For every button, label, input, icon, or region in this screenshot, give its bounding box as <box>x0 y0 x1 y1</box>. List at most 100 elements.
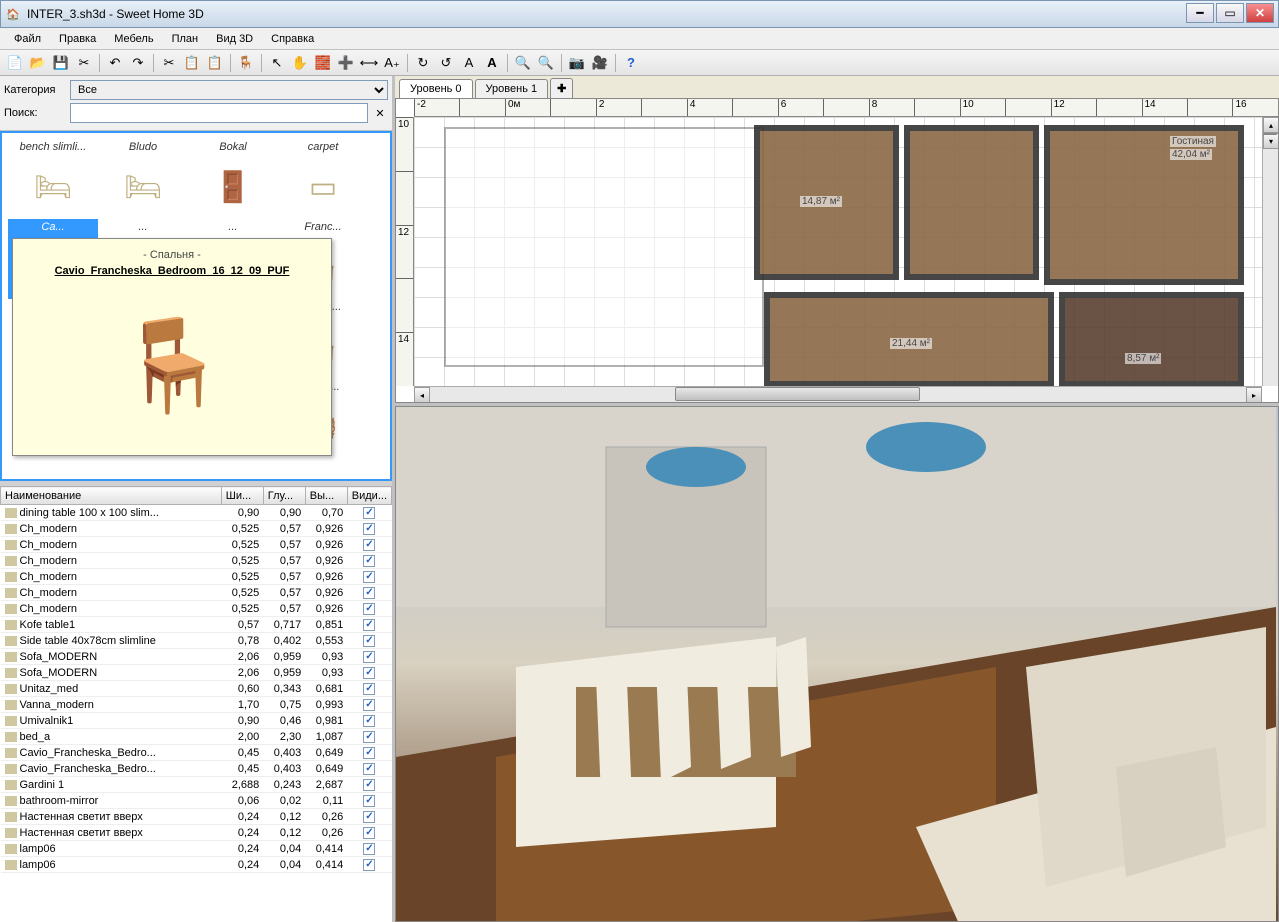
menu-edit[interactable]: Правка <box>51 31 104 47</box>
row-visible-checkbox[interactable]: ✓ <box>363 523 375 535</box>
row-visible-checkbox[interactable]: ✓ <box>363 587 375 599</box>
table-row[interactable]: Side table 40x78cm slimline 0,78 0,402 0… <box>1 633 392 649</box>
scroll-down-icon[interactable]: ▾ <box>1263 133 1279 149</box>
row-visible-checkbox[interactable]: ✓ <box>363 763 375 775</box>
table-row[interactable]: Настенная светит вверх 0,24 0,12 0,26 ✓ <box>1 825 392 841</box>
bold-icon[interactable]: A <box>481 52 503 74</box>
row-visible-checkbox[interactable]: ✓ <box>363 715 375 727</box>
plan-room[interactable] <box>904 125 1039 280</box>
col-name[interactable]: Наименование <box>1 487 222 505</box>
room-icon[interactable]: ➕ <box>335 52 357 74</box>
catalog-thumb[interactable]: ▭ <box>283 157 363 217</box>
row-visible-checkbox[interactable]: ✓ <box>363 827 375 839</box>
table-row[interactable]: Vanna_modern 1,70 0,75 0,993 ✓ <box>1 697 392 713</box>
dimension-icon[interactable]: ⟷ <box>358 52 380 74</box>
row-visible-checkbox[interactable]: ✓ <box>363 635 375 647</box>
row-visible-checkbox[interactable]: ✓ <box>363 859 375 871</box>
table-row[interactable]: Unitaz_med 0,60 0,343 0,681 ✓ <box>1 681 392 697</box>
save-icon[interactable]: 💾 <box>50 52 72 74</box>
catalog-thumb[interactable]: 🛏 <box>103 157 183 217</box>
text2-icon[interactable]: A <box>458 52 480 74</box>
table-row[interactable]: Ch_modern 0,525 0,57 0,926 ✓ <box>1 537 392 553</box>
plan-room[interactable]: 8,57 м² <box>1059 292 1244 387</box>
import-icon[interactable]: 🪑 <box>235 52 257 74</box>
row-visible-checkbox[interactable]: ✓ <box>363 507 375 519</box>
catalog-thumb[interactable]: 🚪 <box>193 157 273 217</box>
row-visible-checkbox[interactable]: ✓ <box>363 699 375 711</box>
row-visible-checkbox[interactable]: ✓ <box>363 843 375 855</box>
select-icon[interactable]: ↖ <box>266 52 288 74</box>
rotate-icon[interactable]: ↺ <box>435 52 457 74</box>
wall-icon[interactable]: 🧱 <box>312 52 334 74</box>
table-row[interactable]: Ch_modern 0,525 0,57 0,926 ✓ <box>1 521 392 537</box>
row-visible-checkbox[interactable]: ✓ <box>363 539 375 551</box>
plan-room[interactable]: 14,87 м² <box>754 125 899 280</box>
scroll-left-icon[interactable]: ◂ <box>414 387 430 403</box>
col-width[interactable]: Ши... <box>221 487 263 505</box>
table-row[interactable]: bathroom-mirror 0,06 0,02 0,11 ✓ <box>1 793 392 809</box>
compass-icon[interactable]: ↻ <box>412 52 434 74</box>
scroll-right-icon[interactable]: ▸ <box>1246 387 1262 403</box>
redo-icon[interactable]: ↷ <box>127 52 149 74</box>
prefs-icon[interactable]: ✂ <box>73 52 95 74</box>
row-visible-checkbox[interactable]: ✓ <box>363 571 375 583</box>
table-row[interactable]: Настенная светит вверх 0,24 0,12 0,26 ✓ <box>1 809 392 825</box>
zoomout-icon[interactable]: 🔍 <box>535 52 557 74</box>
minimize-button[interactable]: ━ <box>1186 3 1214 23</box>
clear-search-icon[interactable]: ✕ <box>372 107 388 120</box>
row-visible-checkbox[interactable]: ✓ <box>363 779 375 791</box>
table-row[interactable]: Umivalnik1 0,90 0,46 0,981 ✓ <box>1 713 392 729</box>
table-row[interactable]: Cavio_Francheska_Bedro... 0,45 0,403 0,6… <box>1 761 392 777</box>
menu-furniture[interactable]: Мебель <box>106 31 161 47</box>
tab-level0[interactable]: Уровень 0 <box>399 79 473 98</box>
row-visible-checkbox[interactable]: ✓ <box>363 603 375 615</box>
category-select[interactable]: Все <box>70 80 388 100</box>
table-row[interactable]: Sofa_MODERN 2,06 0,959 0,93 ✓ <box>1 649 392 665</box>
table-row[interactable]: Ch_modern 0,525 0,57 0,926 ✓ <box>1 585 392 601</box>
view3d-area[interactable]: ▲ ▼ ◀ ▶ ⊕ <box>395 406 1279 922</box>
menu-view3d[interactable]: Вид 3D <box>208 31 261 47</box>
table-row[interactable]: Gardini 1 2,688 0,243 2,687 ✓ <box>1 777 392 793</box>
plan-canvas[interactable]: 14,87 м² Гостиная 42,04 м² 21,44 м² 8,57… <box>414 117 1262 386</box>
row-visible-checkbox[interactable]: ✓ <box>363 731 375 743</box>
tab-add-level[interactable]: ✚ <box>550 78 573 98</box>
zoomin-icon[interactable]: 🔍 <box>512 52 534 74</box>
table-row[interactable]: dining table 100 x 100 slim... 0,90 0,90… <box>1 505 392 521</box>
paste-icon[interactable]: 📋 <box>204 52 226 74</box>
table-row[interactable]: bed_a 2,00 2,30 1,087 ✓ <box>1 729 392 745</box>
table-row[interactable]: Sofa_MODERN 2,06 0,959 0,93 ✓ <box>1 665 392 681</box>
catalog-grid[interactable]: bench slimli...🛏 Bludo🛏 Bokal🚪 carpet▭ C… <box>0 131 392 481</box>
copy-icon[interactable]: 📋 <box>181 52 203 74</box>
plan-room[interactable]: 21,44 м² <box>764 292 1054 387</box>
close-button[interactable]: ✕ <box>1246 3 1274 23</box>
maximize-button[interactable]: ▭ <box>1216 3 1244 23</box>
plan-view[interactable]: -20м246810121416 101214 14,87 м² Гостина… <box>395 98 1279 403</box>
video-icon[interactable]: 🎥 <box>589 52 611 74</box>
table-row[interactable]: Cavio_Francheska_Bedro... 0,45 0,403 0,6… <box>1 745 392 761</box>
table-row[interactable]: lamp06 0,24 0,04 0,414 ✓ <box>1 841 392 857</box>
table-row[interactable]: Kofe table1 0,57 0,717 0,851 ✓ <box>1 617 392 633</box>
tab-level1[interactable]: Уровень 1 <box>475 79 549 98</box>
table-row[interactable]: Ch_modern 0,525 0,57 0,926 ✓ <box>1 553 392 569</box>
row-visible-checkbox[interactable]: ✓ <box>363 747 375 759</box>
row-visible-checkbox[interactable]: ✓ <box>363 555 375 567</box>
catalog-thumb[interactable]: 🛏 <box>13 157 93 217</box>
help-icon[interactable]: ? <box>620 52 642 74</box>
row-visible-checkbox[interactable]: ✓ <box>363 811 375 823</box>
furniture-table[interactable]: Наименование Ши... Глу... Вы... Види... … <box>0 486 392 922</box>
scroll-up-icon[interactable]: ▴ <box>1263 117 1279 133</box>
table-row[interactable]: Ch_modern 0,525 0,57 0,926 ✓ <box>1 569 392 585</box>
text-icon[interactable]: A₊ <box>381 52 403 74</box>
col-depth[interactable]: Глу... <box>263 487 305 505</box>
undo-icon[interactable]: ↶ <box>104 52 126 74</box>
row-visible-checkbox[interactable]: ✓ <box>363 795 375 807</box>
row-visible-checkbox[interactable]: ✓ <box>363 667 375 679</box>
table-row[interactable]: lamp06 0,24 0,04 0,414 ✓ <box>1 857 392 873</box>
new-icon[interactable]: 📄 <box>4 52 26 74</box>
cut-icon[interactable]: ✂ <box>158 52 180 74</box>
col-height[interactable]: Вы... <box>305 487 347 505</box>
menu-help[interactable]: Справка <box>263 31 322 47</box>
col-visible[interactable]: Види... <box>347 487 391 505</box>
row-visible-checkbox[interactable]: ✓ <box>363 651 375 663</box>
open-icon[interactable]: 📂 <box>27 52 49 74</box>
